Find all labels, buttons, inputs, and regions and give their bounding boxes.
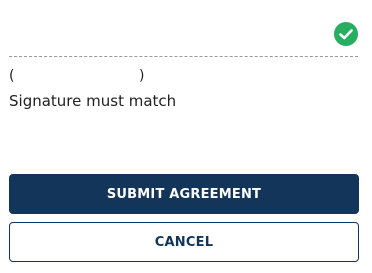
submit-agreement-button[interactable]: SUBMIT AGREEMENT xyxy=(9,174,359,214)
close-paren: ) xyxy=(139,68,145,84)
cancel-button[interactable]: CANCEL xyxy=(9,222,359,262)
check-circle-icon xyxy=(334,22,358,46)
signature-field[interactable] xyxy=(9,0,358,57)
signature-hint: Signature must match xyxy=(9,92,177,110)
printed-name-line: ( ) xyxy=(9,68,159,86)
open-paren: ( xyxy=(9,68,15,84)
